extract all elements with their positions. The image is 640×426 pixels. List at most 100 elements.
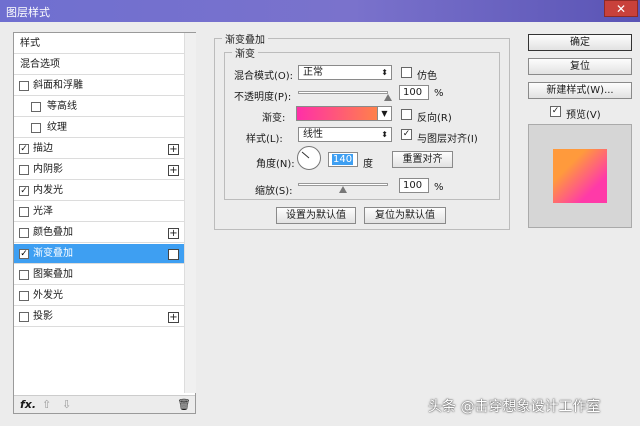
style-item[interactable]: ✓ 描边 + bbox=[14, 139, 184, 159]
preview-swatch bbox=[553, 149, 607, 203]
angle-value: 140 bbox=[332, 154, 354, 165]
style-item-checkbox[interactable] bbox=[31, 123, 41, 133]
style-item[interactable]: 样式 bbox=[14, 34, 184, 54]
style-item-label: 斜面和浮雕 bbox=[33, 80, 83, 91]
opacity-label: 不透明度(P): bbox=[234, 92, 292, 103]
set-as-default-button[interactable]: 设置为默认值 bbox=[276, 207, 356, 224]
move-down-icon[interactable]: ⇩ bbox=[62, 398, 71, 411]
style-item-label: 纹理 bbox=[47, 122, 67, 133]
style-item[interactable]: ✓ 内发光 bbox=[14, 181, 184, 201]
opacity-slider[interactable] bbox=[298, 91, 388, 94]
add-effect-icon[interactable]: + bbox=[168, 312, 179, 323]
add-effect-icon[interactable]: + bbox=[168, 165, 179, 176]
style-item-checkbox[interactable]: ✓ bbox=[19, 249, 29, 259]
style-select[interactable]: 线性 ⬍ bbox=[298, 127, 392, 142]
add-effect-icon[interactable]: + bbox=[168, 144, 179, 155]
reset-button[interactable]: 复位 bbox=[528, 58, 632, 75]
preview-label: 预览(V) bbox=[566, 110, 601, 121]
align-with-layer-label: 与图层对齐(I) bbox=[417, 134, 478, 145]
style-item-checkbox[interactable]: ✓ bbox=[19, 186, 29, 196]
blend-mode-select[interactable]: 正常 ⬍ bbox=[298, 65, 392, 80]
style-item-checkbox[interactable]: ✓ bbox=[19, 144, 29, 154]
reset-alignment-button[interactable]: 重置对齐 bbox=[392, 151, 453, 168]
dither-checkbox[interactable] bbox=[401, 67, 412, 78]
style-item-checkbox[interactable] bbox=[19, 228, 29, 238]
align-with-layer-checkbox[interactable]: ✓ bbox=[401, 129, 412, 140]
style-item-checkbox[interactable] bbox=[19, 312, 29, 322]
style-item-label: 图案叠加 bbox=[33, 269, 73, 280]
blend-mode-value: 正常 bbox=[303, 67, 323, 78]
scale-percent: % bbox=[434, 182, 444, 193]
title-bar: 图层样式 ✕ bbox=[0, 0, 640, 22]
new-style-button[interactable]: 新建样式(W)... bbox=[528, 82, 632, 99]
style-item[interactable]: 斜面和浮雕 bbox=[14, 76, 184, 96]
style-item-label: 颜色叠加 bbox=[33, 227, 73, 238]
style-item-label: 样式 bbox=[20, 38, 40, 49]
opacity-slider-thumb[interactable] bbox=[384, 94, 392, 101]
style-item-checkbox[interactable] bbox=[19, 81, 29, 91]
styles-list-panel: 样式混合选项斜面和浮雕等高线纹理 ✓ 描边 + 内阴影 + ✓ 内发光光泽颜色叠加 + ✓ 渐变叠加… bbox=[13, 32, 196, 414]
dither-label: 仿色 bbox=[417, 71, 437, 82]
style-item[interactable]: 外发光 bbox=[14, 286, 184, 306]
style-item-label: 混合选项 bbox=[20, 59, 60, 70]
style-item-checkbox[interactable] bbox=[19, 291, 29, 301]
trash-icon[interactable]: 🗑 bbox=[177, 398, 191, 411]
style-item-checkbox[interactable] bbox=[19, 165, 29, 175]
style-item-label: 投影 bbox=[33, 311, 53, 322]
style-item-label: 外发光 bbox=[33, 290, 63, 301]
angle-label: 角度(N): bbox=[256, 159, 295, 170]
watermark: 头条 @击穿想象设计工作室 bbox=[428, 399, 601, 415]
close-icon[interactable]: ✕ bbox=[604, 0, 638, 17]
ok-button[interactable]: 确定 bbox=[528, 34, 632, 51]
style-item-label: 光泽 bbox=[33, 206, 53, 217]
style-item-label: 内发光 bbox=[33, 185, 63, 196]
style-item-checkbox[interactable] bbox=[19, 207, 29, 217]
select-arrow-icon: ⬍ bbox=[381, 130, 388, 139]
opacity-percent: % bbox=[434, 88, 444, 99]
style-value: 线性 bbox=[303, 129, 323, 140]
opacity-input[interactable]: 100 bbox=[399, 85, 429, 100]
preview-checkbox[interactable]: ✓ bbox=[550, 106, 561, 117]
style-item[interactable]: 光泽 bbox=[14, 202, 184, 222]
chevron-down-icon[interactable]: ▼ bbox=[377, 107, 391, 120]
angle-dial-needle-icon bbox=[301, 151, 310, 159]
window-title: 图层样式 bbox=[6, 6, 50, 19]
move-up-icon[interactable]: ⇧ bbox=[42, 398, 51, 411]
style-item-label: 等高线 bbox=[47, 101, 77, 112]
add-effect-icon[interactable]: + bbox=[168, 228, 179, 239]
reverse-checkbox[interactable] bbox=[401, 109, 412, 120]
gradient-picker[interactable]: ▼ bbox=[296, 106, 392, 121]
style-item-label: 渐变叠加 bbox=[33, 248, 73, 259]
style-item[interactable]: 纹理 bbox=[14, 118, 184, 138]
style-item[interactable]: 混合选项 bbox=[14, 55, 184, 75]
fx-icon[interactable]: fx. bbox=[20, 398, 36, 411]
angle-input[interactable]: 140 bbox=[328, 152, 358, 167]
select-arrow-icon: ⬍ bbox=[381, 68, 388, 77]
style-item-label: 内阴影 bbox=[33, 164, 63, 175]
style-label: 样式(L): bbox=[246, 134, 283, 145]
style-item[interactable]: 颜色叠加 + bbox=[14, 223, 184, 243]
style-item-checkbox[interactable] bbox=[31, 102, 41, 112]
style-item[interactable]: 等高线 bbox=[14, 97, 184, 117]
scale-label: 缩放(S): bbox=[255, 186, 293, 197]
style-item-label: 描边 bbox=[33, 143, 53, 154]
style-item-checkbox[interactable] bbox=[19, 270, 29, 280]
add-effect-icon[interactable]: + bbox=[168, 249, 179, 260]
group-title: 渐变 bbox=[232, 45, 258, 60]
scale-slider-thumb[interactable] bbox=[339, 186, 347, 193]
preview-area bbox=[528, 124, 632, 228]
reverse-label: 反向(R) bbox=[417, 113, 452, 124]
styles-list-scrollbar[interactable] bbox=[184, 33, 196, 393]
blend-mode-label: 混合模式(O): bbox=[234, 71, 294, 82]
styles-list-footer: fx. ⇧ ⇩ 🗑 bbox=[14, 395, 195, 413]
reset-to-default-button[interactable]: 复位为默认值 bbox=[364, 207, 446, 224]
style-item[interactable]: ✓ 渐变叠加 + bbox=[14, 244, 184, 264]
section-title: 渐变叠加 bbox=[222, 31, 268, 46]
gradient-label: 渐变: bbox=[262, 113, 286, 124]
style-item[interactable]: 内阴影 + bbox=[14, 160, 184, 180]
style-item[interactable]: 投影 + bbox=[14, 307, 184, 327]
scale-input[interactable]: 100 bbox=[399, 178, 429, 193]
style-item[interactable]: 图案叠加 bbox=[14, 265, 184, 285]
angle-dial[interactable] bbox=[297, 146, 321, 170]
angle-degree: 度 bbox=[363, 159, 373, 170]
